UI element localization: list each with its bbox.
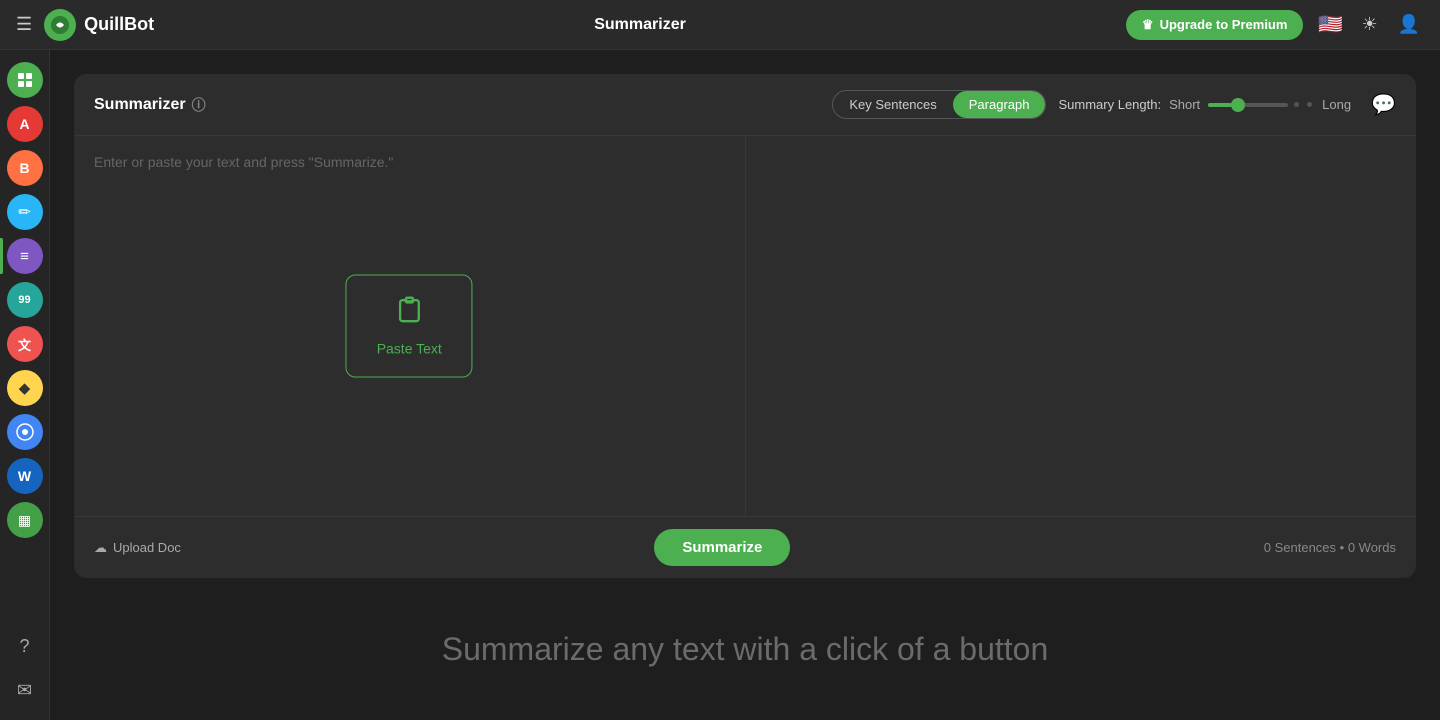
sidebar-item-premium[interactable]: ◆ xyxy=(7,370,43,406)
menu-icon[interactable]: ☰ xyxy=(16,14,32,35)
upload-icon: ☁ xyxy=(94,540,107,556)
paragraph-mode-button[interactable]: Paragraph xyxy=(953,91,1046,118)
editor-area: Enter or paste your text and press "Summ… xyxy=(74,136,1416,516)
sidebar-item-grammar[interactable]: B xyxy=(7,150,43,186)
clipboard-icon xyxy=(395,296,423,331)
slider-dot-1 xyxy=(1294,102,1299,107)
sidebar-item-translate[interactable]: 文 xyxy=(7,326,43,362)
card-title: Summarizer ⓘ xyxy=(94,95,206,115)
paste-btn-container: Paste Text xyxy=(346,275,473,378)
summary-length-control: Summary Length: Short Long xyxy=(1058,97,1351,112)
logo[interactable]: QuillBot xyxy=(44,9,154,41)
info-icon[interactable]: ⓘ xyxy=(192,95,206,115)
slider-dot-2 xyxy=(1307,102,1312,107)
mode-toggle: Key Sentences Paragraph xyxy=(832,90,1046,119)
sidebar-item-chrome[interactable] xyxy=(7,414,43,450)
card-footer: ☁ Upload Doc Summarize 0 Sentences • 0 W… xyxy=(74,516,1416,578)
mail-icon[interactable]: ✉ xyxy=(7,672,43,708)
top-nav: ☰ QuillBot Summarizer ♛ Upgrade to Premi… xyxy=(0,0,1440,50)
theme-toggle-icon[interactable]: ☀ xyxy=(1357,10,1381,39)
main-layout: A B ✏ ≡ 99 文 ◆ W ▦ ? ✉ xyxy=(0,50,1440,720)
sidebar-bottom: ? ✉ xyxy=(7,628,43,708)
summarize-button[interactable]: Summarize xyxy=(654,529,790,566)
chat-icon[interactable]: 💬 xyxy=(1371,92,1396,117)
logo-icon xyxy=(44,9,76,41)
key-sentences-mode-button[interactable]: Key Sentences xyxy=(833,91,952,118)
language-flag[interactable]: 🇺🇸 xyxy=(1315,10,1345,40)
summarizer-card: Summarizer ⓘ Key Sentences Paragraph Sum… xyxy=(74,74,1416,578)
output-panel xyxy=(746,136,1417,516)
help-icon[interactable]: ? xyxy=(7,628,43,664)
upload-doc-button[interactable]: ☁ Upload Doc xyxy=(94,540,181,556)
logo-text: QuillBot xyxy=(84,14,154,35)
input-placeholder: Enter or paste your text and press "Summ… xyxy=(94,152,725,173)
user-icon[interactable]: 👤 xyxy=(1394,10,1424,39)
sidebar-item-paraphrase[interactable]: A xyxy=(7,106,43,142)
sidebar-item-writer[interactable]: ✏ xyxy=(7,194,43,230)
sidebar-item-citation[interactable]: 99 xyxy=(7,282,43,318)
word-count: 0 Sentences • 0 Words xyxy=(1264,540,1396,555)
input-panel[interactable]: Enter or paste your text and press "Summ… xyxy=(74,136,746,516)
upgrade-button[interactable]: ♛ Upgrade to Premium xyxy=(1126,10,1304,40)
length-slider[interactable] xyxy=(1208,102,1314,107)
sidebar-item-word[interactable]: W xyxy=(7,458,43,494)
sidebar-item-home[interactable] xyxy=(7,62,43,98)
nav-center: Summarizer xyxy=(166,16,1114,34)
sidebar: A B ✏ ≡ 99 文 ◆ W ▦ ? ✉ xyxy=(0,50,50,720)
paste-text-button[interactable]: Paste Text xyxy=(346,275,473,378)
card-header: Summarizer ⓘ Key Sentences Paragraph Sum… xyxy=(74,74,1416,136)
bottom-tagline: Summarize any text with a click of a but… xyxy=(442,631,1048,668)
page-title: Summarizer xyxy=(594,16,686,34)
sidebar-item-summarizer[interactable]: ≡ xyxy=(7,238,43,274)
content-area: Summarizer ⓘ Key Sentences Paragraph Sum… xyxy=(50,50,1440,720)
bottom-section: Summarize any text with a click of a but… xyxy=(74,578,1416,720)
nav-right: ♛ Upgrade to Premium 🇺🇸 ☀ 👤 xyxy=(1126,10,1424,40)
sidebar-item-sheets[interactable]: ▦ xyxy=(7,502,43,538)
crown-icon: ♛ xyxy=(1142,17,1154,33)
